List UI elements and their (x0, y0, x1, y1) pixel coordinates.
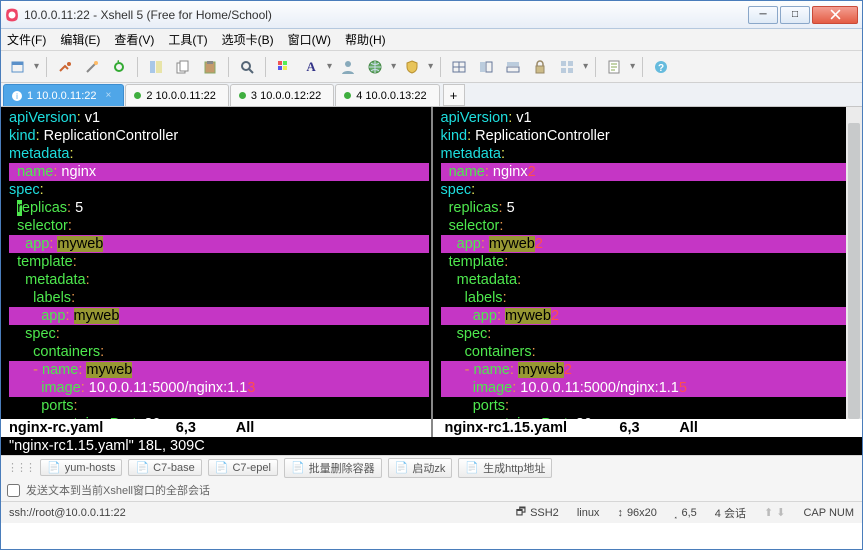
tab-1[interactable]: i1 10.0.0.11:22× (3, 84, 124, 106)
status-cur: ⸼ 6,5 (675, 505, 697, 520)
new-session-button[interactable] (7, 56, 29, 78)
cable-icon[interactable] (54, 56, 76, 78)
vim-status-row: nginx-rc.yaml 6,3 All nginx-rc1.15.yaml … (1, 419, 862, 437)
menu-help[interactable]: 帮助(H) (345, 31, 386, 48)
dot-icon (239, 92, 246, 99)
quick-c7epel[interactable]: 📄C7-epel (208, 459, 278, 476)
broadcast-row: 发送文本到当前Xshell窗口的全部会话 (1, 479, 862, 501)
vim-message: "nginx-rc1.15.yaml" 18L, 309C (1, 437, 862, 455)
quick-yum[interactable]: 📄yum-hosts (40, 459, 122, 476)
window-title: 10.0.0.11:22 - Xshell 5 (Free for Home/S… (24, 8, 748, 22)
quick-zk[interactable]: 📄启动zk (388, 458, 453, 478)
toolbar: ▾ A ▾ ▾ ▾ ▾ ▾ ? (1, 51, 862, 83)
status-caps: CAP NUM (803, 507, 854, 519)
prop-icon[interactable] (145, 56, 167, 78)
terminal[interactable]: apiVersion: v1 kind: ReplicationControll… (1, 107, 862, 455)
palette-icon[interactable] (273, 56, 295, 78)
pane-left[interactable]: apiVersion: v1 kind: ReplicationControll… (1, 107, 431, 455)
status-proto: 🗗 SSH2 (516, 503, 559, 522)
menu-window[interactable]: 窗口(W) (288, 31, 331, 48)
status-conn: ssh://root@10.0.0.11:22 (9, 507, 126, 519)
reconnect-icon[interactable] (108, 56, 130, 78)
status-sess: 4 会话 (715, 505, 746, 521)
find-icon[interactable] (236, 56, 258, 78)
quick-command-bar: ⋮⋮⋮ 📄yum-hosts 📄C7-base 📄C7-epel 📄批量删除容器… (1, 455, 862, 479)
app-icon (5, 8, 19, 22)
menu-edit[interactable]: 编辑(E) (60, 31, 100, 48)
tab-4[interactable]: 4 10.0.0.13:22 (335, 84, 439, 106)
vim-status-right: nginx-rc1.15.yaml 6,3 All (431, 419, 863, 437)
close-button[interactable] (812, 6, 858, 24)
titlebar: 10.0.0.11:22 - Xshell 5 (Free for Home/S… (1, 1, 862, 29)
quick-http[interactable]: 📄生成http地址 (458, 458, 552, 478)
add-tab-button[interactable]: + (443, 84, 465, 106)
help-icon[interactable]: ? (650, 56, 672, 78)
pane-right[interactable]: apiVersion: v1 kind: ReplicationControll… (431, 107, 863, 455)
maximize-button[interactable]: □ (780, 6, 810, 24)
user-icon[interactable] (337, 56, 359, 78)
quick-c7base[interactable]: 📄C7-base (128, 459, 201, 476)
menu-file[interactable]: 文件(F) (7, 31, 46, 48)
menubar: 文件(F) 编辑(E) 查看(V) 工具(T) 选项卡(B) 窗口(W) 帮助(… (1, 29, 862, 51)
wand-icon[interactable] (81, 56, 103, 78)
tab-close-icon[interactable]: × (106, 90, 112, 101)
layout-icon[interactable] (448, 56, 470, 78)
info-icon: i (12, 91, 22, 101)
menu-tools[interactable]: 工具(T) (168, 31, 207, 48)
status-arrows: ⬆ ⬇ (764, 506, 786, 519)
tab-3[interactable]: 3 10.0.0.12:22 (230, 84, 334, 106)
minimize-button[interactable]: ─ (748, 6, 778, 24)
paste-icon[interactable] (199, 56, 221, 78)
svg-text:i: i (16, 92, 18, 101)
shield-icon[interactable] (401, 56, 423, 78)
lock-icon[interactable] (529, 56, 551, 78)
menu-tab[interactable]: 选项卡(B) (222, 31, 274, 48)
broadcast-label: 发送文本到当前Xshell窗口的全部会话 (26, 482, 210, 498)
status-os: linux (577, 507, 600, 519)
font-icon[interactable]: A (300, 56, 322, 78)
script-icon[interactable] (603, 56, 625, 78)
copy-icon[interactable] (172, 56, 194, 78)
grid-icon[interactable] (556, 56, 578, 78)
scrollbar[interactable] (846, 107, 862, 437)
broadcast-checkbox[interactable] (7, 484, 20, 497)
tabstrip: i1 10.0.0.11:22× 2 10.0.0.11:22 3 10.0.0… (1, 83, 862, 107)
vim-status-left: nginx-rc.yaml 6,3 All (1, 419, 431, 437)
svg-text:?: ? (658, 63, 664, 74)
quick-del[interactable]: 📄批量删除容器 (284, 458, 382, 478)
quick-grip-icon: ⋮⋮⋮ (7, 461, 34, 474)
dot-icon (344, 92, 351, 99)
menu-view[interactable]: 查看(V) (114, 31, 154, 48)
panel2-icon[interactable] (502, 56, 524, 78)
tab-2[interactable]: 2 10.0.0.11:22 (125, 84, 229, 106)
statusbar: ssh://root@10.0.0.11:22 🗗 SSH2 linux ↕ 9… (1, 501, 862, 523)
status-size: ↕ 96x20 (617, 507, 656, 519)
globe-icon[interactable] (364, 56, 386, 78)
dot-icon (134, 92, 141, 99)
panel1-icon[interactable] (475, 56, 497, 78)
